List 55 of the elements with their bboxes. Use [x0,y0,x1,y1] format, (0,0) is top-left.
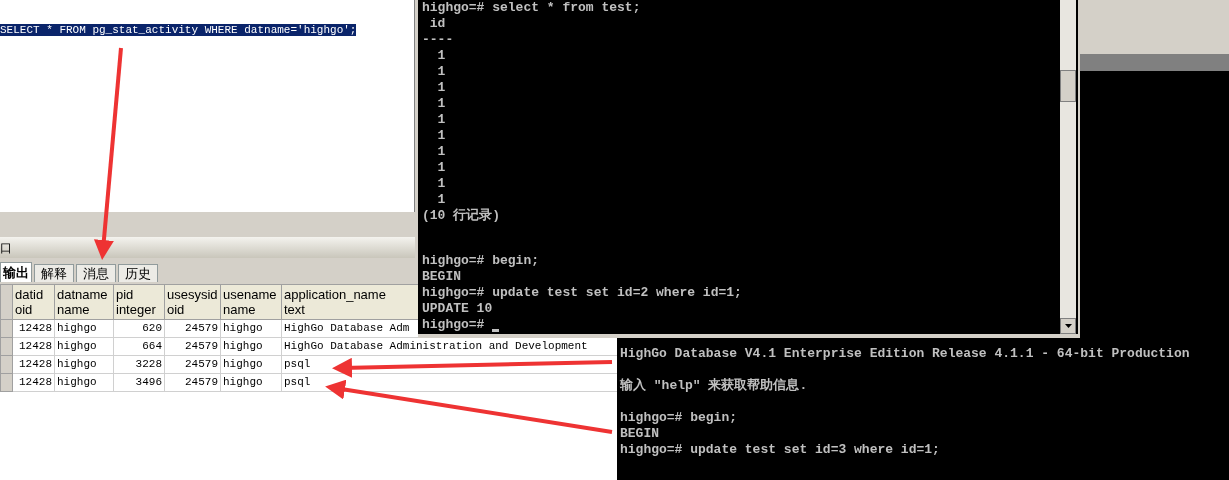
table-cell: 12428 [12,373,55,392]
table-cell: 24579 [164,373,221,392]
terminal-line: 1 [436,128,446,144]
terminal-line: 1 [436,48,446,64]
terminal-line: 1 [436,160,446,176]
scroll-thumb[interactable] [1060,70,1076,102]
query-editor[interactable]: SELECT * FROM pg_stat_activity WHERE datname='highgo'; [0,0,415,212]
terminal-line: 输入 "help" 来获取帮助信息. [620,378,808,394]
table-cell: 12428 [12,337,55,356]
terminal-line: BEGIN [422,269,461,285]
terminal-line: highgo=# begin; [620,410,738,426]
terminal-line: 1 [436,80,446,96]
terminal-line: BEGIN [620,426,659,442]
terminal-line: 1 [436,112,446,128]
table-cell: highgo [220,337,282,356]
sql-text: SELECT * FROM pg_stat_activity WHERE datname='highgo'; [0,24,357,36]
table-cell: highgo [220,373,282,392]
table-cell: 12428 [12,319,55,338]
table-cell: 24579 [164,337,221,356]
terminal-line: ---- [422,32,454,48]
table-cell: 620 [113,319,165,338]
table-cell: 664 [113,337,165,356]
terminal-line: 1 [436,96,446,112]
terminal-line: 1 [436,144,446,160]
table-cell: 3228 [113,355,165,374]
down-arrow-icon [1064,324,1072,328]
terminal-line: highgo=# update test set id=2 where id=1; [422,285,742,301]
scrollbar[interactable] [1060,0,1076,334]
tab[interactable]: 解释 [34,264,74,282]
terminal-line: highgo=# update test set id=3 where id=1; [620,442,940,458]
scroll-down-button[interactable] [1060,318,1076,334]
terminal-line: highgo=# begin; [422,253,540,269]
table-cell: highgo [54,355,114,374]
terminal-line: id [428,16,446,32]
terminal-line: 1 [436,64,446,80]
table-cell: 24579 [164,355,221,374]
tab[interactable]: 消息 [76,264,116,282]
table-cell: 24579 [164,319,221,338]
terminal-line: HighGo Database V4.1 Enterprise Edition Release 4.1.1 - 64-bit Production [620,346,1190,362]
table-cell: 12428 [12,355,55,374]
tab[interactable]: 输出 [0,262,32,282]
panel-title: 口 [0,241,12,254]
table-cell: highgo [54,373,114,392]
terminal-line: 1 [436,192,446,208]
table-cell: highgo [220,319,282,338]
table-cell: 3496 [113,373,165,392]
table-cell: highgo [54,319,114,338]
terminal-line: highgo=# [422,317,486,333]
table-cell: highgo [54,337,114,356]
terminal-line: (10 行记录) [422,208,500,224]
terminal-line: highgo=# select * from test; [422,0,641,16]
tab[interactable]: 历史 [118,264,158,282]
terminal-line: 1 [436,176,446,192]
table-cell: highgo [220,355,282,374]
terminal-line: UPDATE 10 [422,301,493,317]
